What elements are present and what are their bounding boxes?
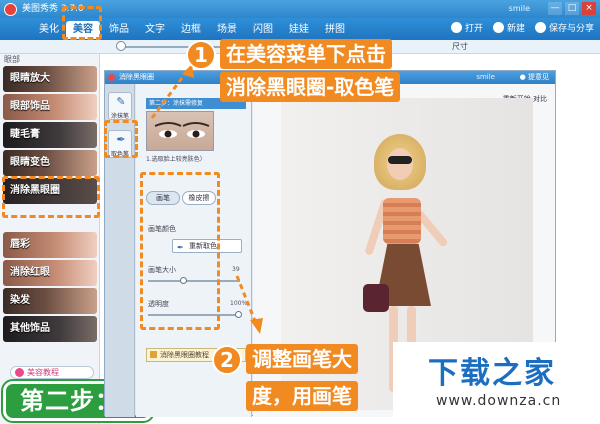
tab-collage[interactable]: 拼图 [318,21,352,39]
watermark-title: 下载之家 [428,356,556,391]
callout-1-line1: 在美容菜单下点击 [220,39,392,69]
sidebar-item-red-eye[interactable]: 消除红眼 [3,260,97,286]
sidebar-item-lip-color[interactable]: 唇彩 [3,232,97,258]
callout-1-line2: 消除黑眼圈-取色笔 [220,72,401,102]
size-label: 尺寸 [452,42,468,51]
photo-face [387,148,413,180]
folder-icon [450,22,462,33]
brush-icon: ✎ [116,95,126,108]
callout-number-2: 2 [212,345,242,375]
eye-preview-image [146,111,214,151]
callout-number-1: 1 [186,40,216,70]
sidebar-item-mascara[interactable]: 睫毛膏 [3,122,97,148]
sidebar-item-eye-accessories[interactable]: 眼部饰品 [3,94,97,120]
eye-preview-drawing [154,122,210,138]
plus-icon [492,22,504,33]
new-button[interactable]: 新建 [492,21,525,37]
tab-flash[interactable]: 闪图 [246,21,280,39]
tab-doll[interactable]: 娃娃 [282,21,316,39]
opacity-value: 100% [230,300,248,307]
photo-handbag [363,284,389,312]
open-button[interactable]: 打开 [450,21,483,37]
close-button[interactable]: × [582,2,596,15]
highlight-brush-settings [140,172,220,330]
screenshot: 美图秀秀 3.7.0 smile — □ × 美化 美容 饰品 文字 边框 场景… [0,0,600,424]
maximize-button[interactable]: □ [565,2,579,15]
sidebar-header: 眼部 [4,55,20,64]
eye-note: 1.选取脸上较亮肤色） [146,156,206,163]
sidebar-item-eye-enlarge[interactable]: 眼睛放大 [3,66,97,92]
save-share-button[interactable]: 保存与分享 [534,21,594,37]
file-actions: 打开 新建 保存与分享 [450,21,594,37]
dialog-logo-icon [108,74,115,81]
beauty-tutorial-link[interactable]: 美容教程 [10,366,94,379]
tab-scene[interactable]: 场景 [210,21,244,39]
save-icon [534,22,546,33]
callout-2-line2: 度，用画笔 [246,381,358,411]
brush-size-value: 39 [232,266,240,273]
feedback-link[interactable]: ● 提意见 [520,71,549,84]
callout-2-line1: 调整画笔大 [246,344,358,374]
highlight-color-picker [104,120,138,158]
dialog-user: smile [476,73,495,81]
window-controls: — □ × [548,2,596,15]
tab-frame[interactable]: 边框 [174,21,208,39]
smudge-pen-tool[interactable]: ✎ 涂抹笔 [108,92,132,120]
watermark-url: www.downza.cn [436,393,562,409]
tab-text[interactable]: 文字 [138,21,172,39]
heart-icon [15,368,24,377]
zoom-slider-knob[interactable] [116,41,126,51]
minimize-button[interactable]: — [548,2,562,15]
compare-button[interactable]: 对比 [533,95,547,103]
tutorial-icon [150,351,157,358]
user-name[interactable]: smile [509,0,530,18]
photo-top [383,198,421,244]
sidebar-item-other-accessories[interactable]: 其他饰品 [3,316,97,342]
tab-beautify[interactable]: 美化 [34,21,64,39]
photo-sunglasses [388,156,412,164]
dialog-title: 消除黑眼圈 [119,73,154,81]
sidebar-item-hair-dye[interactable]: 染发 [3,288,97,314]
tab-accessories[interactable]: 饰品 [102,21,136,39]
opacity-knob[interactable] [235,311,242,318]
app-logo-icon [4,3,17,16]
sidebar-item-eye-color[interactable]: 眼睛变色 [3,150,97,176]
highlight-dark-circle-item [2,176,100,218]
highlight-beauty-tab [62,6,102,40]
